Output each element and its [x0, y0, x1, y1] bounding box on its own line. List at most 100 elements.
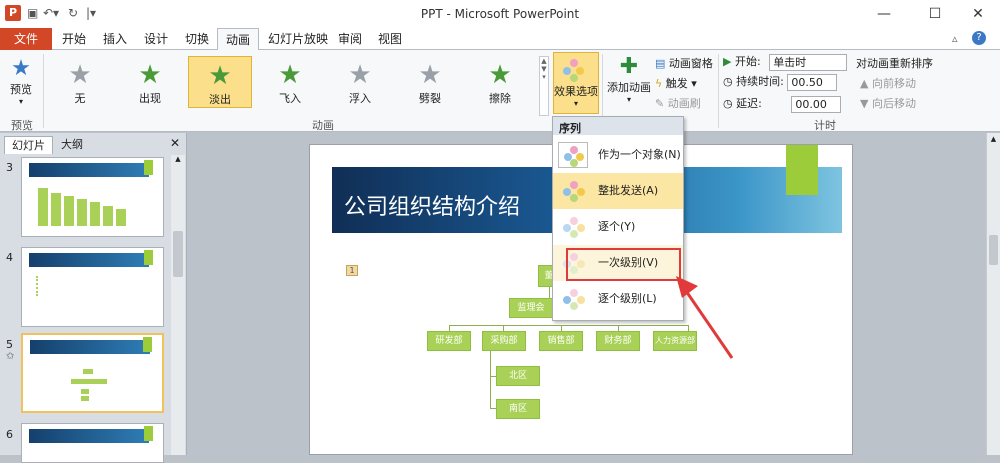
thumb-number: 3: [6, 161, 13, 174]
orgchart-node-supervisory[interactable]: 监理会: [509, 298, 553, 318]
animation-pane-button[interactable]: ▤ 动画窗格: [655, 54, 713, 74]
thumb-number: 4: [6, 251, 13, 264]
play-icon: ▶: [723, 55, 732, 68]
preview-star-icon: ★: [11, 56, 31, 81]
thumbs-scrollbar[interactable]: ▲: [171, 155, 185, 455]
slides-pane: 幻灯片 大纲 ✕ 3 4 5 ✩ 6 ▲: [0, 133, 187, 463]
as-one-object-icon: [558, 142, 588, 168]
menu-item-by-level[interactable]: 逐个级别(L): [553, 281, 683, 317]
duration-input[interactable]: 00.50: [787, 73, 838, 91]
tab-insert[interactable]: 插入: [95, 28, 135, 50]
callout-highlight-box: [566, 248, 681, 281]
animation-fade[interactable]: ★ 淡出: [188, 56, 252, 108]
tab-home[interactable]: 开始: [54, 28, 94, 50]
tab-view[interactable]: 视图: [370, 28, 410, 50]
orgchart-node-south[interactable]: 南区: [496, 399, 540, 419]
tab-slides[interactable]: 幻灯片: [4, 136, 53, 154]
maximize-button[interactable]: ☐: [912, 0, 958, 28]
thumb-number: 5: [6, 338, 13, 351]
tab-outline[interactable]: 大纲: [54, 136, 90, 154]
delay-clock-icon: ◷: [723, 97, 733, 110]
star-icon: ★: [278, 60, 302, 90]
orgchart-node-finance[interactable]: 财务部: [596, 331, 640, 351]
tab-animations[interactable]: 动画: [217, 28, 260, 51]
preview-group-label: 预览: [11, 119, 33, 132]
add-animation-button[interactable]: ✚ 添加动画 ▾: [605, 54, 653, 114]
slide-thumb-6[interactable]: [21, 423, 164, 463]
orgchart-node-north[interactable]: 北区: [496, 366, 540, 386]
timing-group-label: 计时: [814, 119, 836, 132]
star-icon: ★: [418, 60, 442, 90]
collapse-ribbon-icon[interactable]: ▵: [952, 32, 958, 45]
animation-painter-button[interactable]: ✎ 动画刷: [655, 94, 701, 114]
close-button[interactable]: ✕: [955, 0, 1000, 28]
callout-arrow-icon: [676, 276, 734, 359]
minimize-button[interactable]: —: [861, 0, 907, 28]
effect-options-menu: 序列 作为一个对象(N) 整批发送(A) 逐个(Y) 一次级别(V) 逐个级别(…: [552, 116, 684, 321]
animation-wipe[interactable]: ★ 擦除: [468, 56, 532, 108]
thumb-number: 6: [6, 428, 13, 441]
thumb-bullets: [36, 276, 76, 296]
preview-label: 预览: [10, 83, 32, 96]
slide-thumb-3[interactable]: [21, 157, 164, 237]
all-at-once-icon: [562, 181, 586, 202]
move-earlier-button[interactable]: ▲ 向前移动: [860, 74, 916, 94]
menu-item-one-by-one[interactable]: 逐个(Y): [553, 209, 683, 245]
tab-review[interactable]: 审阅: [330, 28, 370, 50]
delay-input[interactable]: 00.00: [791, 95, 842, 113]
animation-split[interactable]: ★ 劈裂: [398, 56, 462, 108]
preview-button[interactable]: ★ 预览 ▾: [4, 56, 38, 112]
start-dropdown[interactable]: 单击时: [769, 53, 848, 71]
animation-star-icon: ✩: [6, 351, 15, 362]
tab-design[interactable]: 设计: [136, 28, 176, 50]
scrollbar-thumb[interactable]: [173, 231, 183, 277]
star-icon: ★: [138, 60, 162, 90]
close-pane-icon[interactable]: ✕: [170, 136, 180, 150]
lightning-icon: ϟ: [655, 77, 663, 90]
slide-title[interactable]: 公司组织结构介绍: [344, 189, 520, 221]
clock-icon: ◷: [723, 75, 733, 88]
menu-section-sequence: 序列: [553, 117, 683, 135]
move-later-button[interactable]: ▼ 向后移动: [860, 94, 916, 114]
editor-scrollbar[interactable]: ▲: [986, 133, 1000, 455]
effect-options-label: 效果选项: [554, 85, 598, 98]
scrollbar-thumb[interactable]: [989, 235, 998, 265]
by-level-icon: [562, 289, 586, 310]
add-star-icon: ✚: [619, 54, 639, 79]
trigger-button[interactable]: ϟ 触发 ▾: [655, 74, 697, 94]
brush-icon: ✎: [655, 97, 665, 110]
animation-order-marker[interactable]: 1: [346, 265, 358, 276]
delay-row: ◷ 延迟: 00.00: [723, 94, 842, 114]
star-icon: ★: [348, 60, 372, 90]
slide-thumb-5[interactable]: [21, 333, 164, 413]
delay-label: 延迟:: [736, 97, 762, 110]
one-by-one-icon: [562, 217, 586, 238]
animation-fly-in[interactable]: ★ 飞入: [258, 56, 322, 108]
animation-float-in[interactable]: ★ 浮入: [328, 56, 392, 108]
orgchart-node-purchasing[interactable]: 采购部: [482, 331, 526, 351]
add-animation-label: 添加动画: [607, 81, 651, 94]
thumb-header: [29, 163, 149, 177]
ribbon: ★ 预览 ▾ 预览 ★ 无 ★ 出现 ★ 淡出 ★ 飞入 ★ 浮入 ★ 劈裂 ★ 擦除 ▲ ▼ ▾…: [0, 50, 1000, 132]
thumb-orgchart: [71, 369, 107, 401]
menu-item-all-at-once[interactable]: 整批发送(A): [553, 173, 683, 209]
effect-options-button[interactable]: 效果选项 ▾: [553, 52, 599, 114]
start-row: ▶ 开始: 单击时: [723, 52, 848, 72]
animation-appear[interactable]: ★ 出现: [118, 56, 182, 108]
gallery-scroll[interactable]: ▲ ▼ ▾: [539, 56, 549, 116]
menu-item-as-one-object[interactable]: 作为一个对象(N): [553, 137, 683, 173]
animation-none[interactable]: ★ 无: [48, 56, 112, 108]
green-tab-decoration: [786, 145, 818, 195]
tab-file[interactable]: 文件: [0, 28, 53, 50]
tab-slideshow[interactable]: 幻灯片放映: [260, 28, 336, 50]
slide-thumb-4[interactable]: [21, 247, 164, 327]
start-label: 开始:: [734, 55, 761, 68]
reorder-title: 对动画重新排序: [856, 57, 933, 70]
orgchart-node-rd[interactable]: 研发部: [427, 331, 471, 351]
duration-label: 持续时间:: [736, 75, 784, 88]
help-icon[interactable]: ?: [972, 31, 986, 45]
orgchart-node-sales[interactable]: 销售部: [539, 331, 583, 351]
tab-transitions[interactable]: 切换: [177, 28, 217, 50]
pane-icon: ▤: [655, 57, 666, 70]
star-icon: ★: [68, 60, 92, 90]
